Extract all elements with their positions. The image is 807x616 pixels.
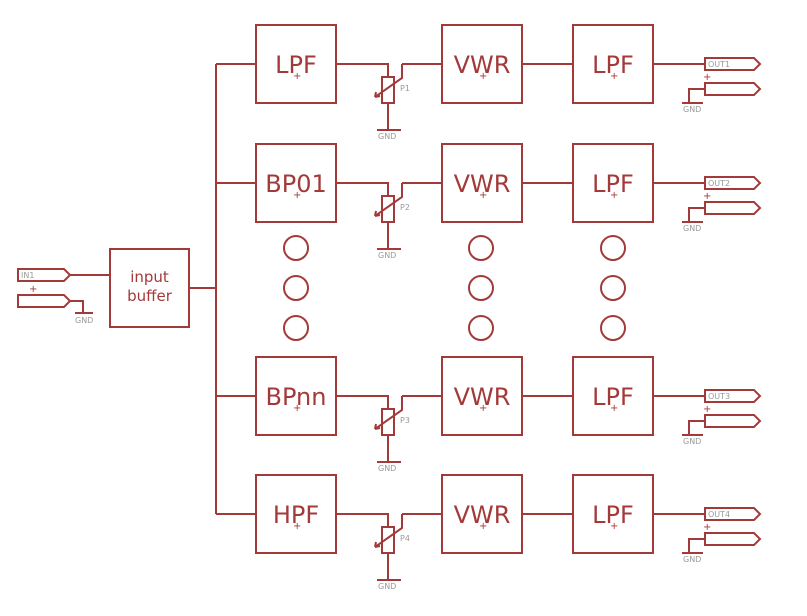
plus-mark: + [703,522,711,533]
ellipsis-dot [283,235,309,261]
pot-wires [336,63,401,131]
plus-mark: + [293,190,301,201]
pot-label: P4 [400,534,410,543]
out-gnd-label: GND [683,105,701,114]
out-gnd-wire [682,207,705,223]
plus-mark: + [293,521,301,532]
channel-row-3: BPnn+ VWR+ LPF+P3GNDOUT3+GND [216,356,762,473]
in-ref-flag [17,294,72,308]
ellipsis-dot [600,315,626,341]
plus-mark: + [479,403,487,414]
pot-wires [336,395,401,463]
plus-mark: + [703,404,711,415]
output-ref-flag [704,532,762,546]
in-gnd-wire [70,300,93,314]
channel-row-4: HPF+ VWR+ LPF+P4GNDOUT4+GND [216,474,762,591]
out-gnd-label: GND [683,437,701,446]
pot-gnd-label: GND [378,132,396,141]
output-label: OUT4 [708,510,730,519]
out-gnd-label: GND [683,555,701,564]
pot-label: P2 [400,203,410,212]
output-label: OUT2 [708,179,730,188]
plus-mark: + [703,191,711,202]
bus-wire [189,64,217,514]
plus-mark: + [293,403,301,414]
input-section: IN1 + GND input buffer [17,64,217,514]
ellipsis-dot [600,275,626,301]
buffer-label-line1: input [130,268,169,286]
output-label: OUT1 [708,60,730,69]
plus-mark: + [293,71,301,82]
channel-row-2: BP01+ VWR+ LPF+P2GNDOUT2+GND [216,143,762,260]
output-ref-flag [704,82,762,96]
channel-rows: LPF+ VWR+ LPF+P1GNDOUT1+GNDBP01+ VWR+ LPF+P2… [216,24,762,591]
ellipsis-dot [283,315,309,341]
pot-label: P3 [400,416,410,425]
plus-mark: + [703,72,711,83]
output-label: OUT3 [708,392,730,401]
continuation-dots [283,235,626,341]
plus-mark: + [479,190,487,201]
in-gnd-label: GND [75,316,93,325]
out-gnd-wire [682,88,705,104]
ellipsis-dot [468,235,494,261]
pot-gnd-label: GND [378,582,396,591]
plus-mark: + [610,190,618,201]
pot-gnd-label: GND [378,251,396,260]
ellipsis-dot [468,275,494,301]
plus-mark: + [29,284,37,295]
buffer-label-line2: buffer [127,287,173,305]
in1-label: IN1 [21,271,34,280]
ellipsis-dot [468,315,494,341]
output-ref-flag [704,414,762,428]
out-gnd-wire [682,420,705,436]
schematic: IN1 + GND input buffer LPF+ VWR+ LPF+P1GND… [17,24,762,591]
pot-wires [336,513,401,581]
ellipsis-dot [600,235,626,261]
channel-row-1: LPF+ VWR+ LPF+P1GNDOUT1+GND [216,24,762,141]
ellipsis-dot [283,275,309,301]
plus-mark: + [610,521,618,532]
plus-mark: + [479,521,487,532]
pot-wires [336,182,401,250]
plus-mark: + [610,71,618,82]
plus-mark: + [610,403,618,414]
plus-mark: + [479,71,487,82]
pot-label: P1 [400,84,410,93]
pot-gnd-label: GND [378,464,396,473]
out-gnd-label: GND [683,224,701,233]
out-gnd-wire [682,538,705,554]
output-ref-flag [704,201,762,215]
